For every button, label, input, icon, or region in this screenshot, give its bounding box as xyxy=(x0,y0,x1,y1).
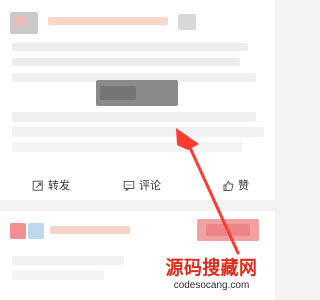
next-feed-post-card[interactable] xyxy=(0,211,275,300)
repost-button[interactable]: 转发 xyxy=(32,178,70,194)
comment-button[interactable]: 评论 xyxy=(123,178,161,194)
blurred-badge xyxy=(178,14,196,30)
blurred-avatar-accent xyxy=(14,16,28,26)
feed-post-card[interactable]: 转发 评论 赞 xyxy=(0,0,275,200)
blurred-avatar xyxy=(10,223,26,239)
comment-label: 评论 xyxy=(139,179,161,192)
like-icon xyxy=(222,180,234,192)
blurred-text-line xyxy=(12,58,240,66)
blurred-text-line xyxy=(12,112,256,122)
comment-icon xyxy=(123,180,135,192)
like-button[interactable]: 赞 xyxy=(222,178,249,194)
blurred-text-line xyxy=(12,271,104,280)
blurred-text-line xyxy=(12,256,124,265)
blurred-follow-button-detail xyxy=(206,224,250,236)
feed-divider xyxy=(0,200,275,211)
post-action-bar: 转发 评论 赞 xyxy=(0,170,275,200)
repost-icon xyxy=(32,180,44,192)
blurred-username xyxy=(50,226,130,234)
blurred-avatar-secondary xyxy=(28,223,44,239)
blurred-image-detail xyxy=(100,86,136,100)
blurred-username xyxy=(48,17,168,25)
repost-label: 转发 xyxy=(48,179,70,192)
blurred-text-line xyxy=(12,142,242,152)
blurred-text-line xyxy=(12,127,264,137)
blurred-text-line xyxy=(12,43,248,51)
like-label: 赞 xyxy=(238,179,249,192)
